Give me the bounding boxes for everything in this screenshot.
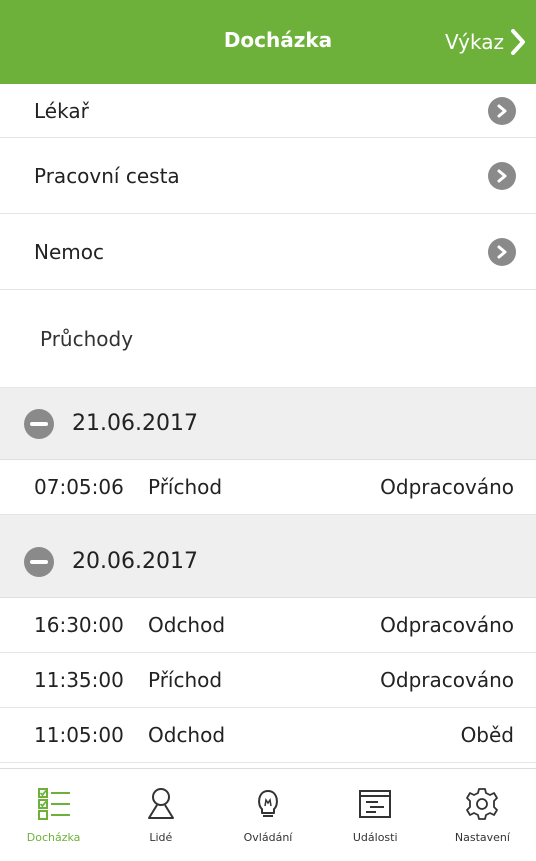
tab-people[interactable]: Lidé bbox=[107, 769, 214, 861]
passage-status: Odpracováno bbox=[380, 613, 514, 637]
tab-attendance[interactable]: Docházka bbox=[0, 769, 107, 861]
events-icon bbox=[359, 790, 392, 818]
top-bar: Docházka Výkaz bbox=[0, 0, 536, 84]
passages-section-label: Průchody bbox=[0, 290, 536, 388]
collapse-icon[interactable] bbox=[24, 546, 54, 577]
tab-label: Ovládání bbox=[243, 831, 293, 844]
passage-status: Odpracováno bbox=[380, 668, 514, 692]
tab-settings[interactable]: Nastavení bbox=[429, 769, 536, 861]
passage-type: Odchod bbox=[148, 613, 226, 637]
chevron-right-icon bbox=[488, 96, 516, 125]
content-scroll[interactable]: Lékař Pracovní cesta Nemoc Průchody 21.0… bbox=[0, 84, 536, 768]
passage-status: Odpracováno bbox=[380, 475, 514, 499]
menu-item-business-trip[interactable]: Pracovní cesta bbox=[0, 138, 536, 214]
passage-type: Příchod bbox=[148, 475, 223, 499]
tab-label: Docházka bbox=[26, 831, 81, 844]
report-button[interactable]: Výkaz bbox=[445, 22, 526, 62]
passage-row[interactable]: 11:35:00 Příchod Odpracováno bbox=[0, 653, 536, 708]
passage-row[interactable]: 16:30:00 Odchod Odpracováno bbox=[0, 598, 536, 653]
day-header[interactable]: 20.06.2017 bbox=[0, 526, 536, 598]
page-title-text: Docházka bbox=[223, 28, 333, 52]
menu-item-label: Lékař bbox=[34, 98, 89, 123]
passage-time: 11:05:00 bbox=[34, 723, 124, 747]
section-gap bbox=[0, 515, 536, 526]
lightbulb-icon bbox=[258, 790, 278, 817]
tab-control[interactable]: Ovládání bbox=[214, 769, 321, 861]
passage-type: Příchod bbox=[148, 668, 223, 692]
chevron-right-icon bbox=[511, 29, 525, 55]
passage-status: Oběd bbox=[460, 723, 514, 747]
tab-label: Lidé bbox=[149, 831, 173, 844]
gear-icon bbox=[466, 788, 499, 820]
passage-time: 07:05:06 bbox=[34, 475, 124, 499]
passage-row[interactable]: 11:05:00 Odchod Oběd bbox=[0, 708, 536, 763]
menu-item-sick[interactable]: Nemoc bbox=[0, 214, 536, 290]
tab-label: Nastavení bbox=[454, 831, 510, 844]
day-header[interactable]: 21.06.2017 bbox=[0, 388, 536, 460]
chevron-right-icon bbox=[488, 237, 516, 266]
menu-item-doctor[interactable]: Lékař bbox=[0, 84, 536, 138]
tab-events[interactable]: Události bbox=[322, 769, 429, 861]
passage-time: 16:30:00 bbox=[34, 613, 124, 637]
tab-label: Události bbox=[352, 831, 398, 844]
passage-time: 11:35:00 bbox=[34, 668, 124, 692]
menu-item-label: Pracovní cesta bbox=[34, 163, 180, 188]
menu-item-label: Nemoc bbox=[34, 239, 104, 264]
tab-bar: Docházka Lidé Ovládání Události Nastaven… bbox=[0, 768, 536, 861]
passage-row[interactable]: 07:05:06 Příchod Odpracováno bbox=[0, 460, 536, 515]
person-icon bbox=[147, 788, 174, 819]
day-date: 21.06.2017 bbox=[72, 411, 198, 436]
passage-type: Odchod bbox=[148, 723, 226, 747]
report-button-label: Výkaz bbox=[445, 30, 504, 54]
day-date: 20.06.2017 bbox=[72, 549, 198, 574]
collapse-icon[interactable] bbox=[24, 408, 54, 439]
attendance-list-icon bbox=[37, 788, 70, 820]
chevron-right-icon bbox=[488, 161, 516, 190]
